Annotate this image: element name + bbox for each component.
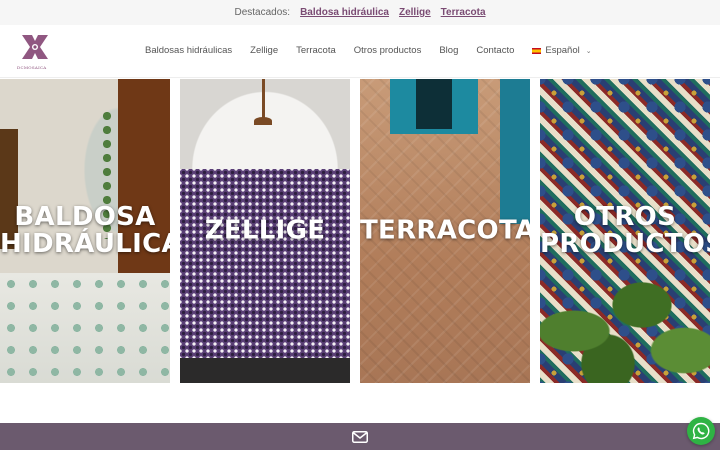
tile-baldosa-hidraulica[interactable]: BALDOSA HIDRÁULICA: [0, 79, 170, 383]
tile-title-line: OTROS: [573, 202, 677, 232]
tile-photo-detail: [500, 79, 530, 224]
tile-photo-detail: [262, 79, 265, 121]
tile-title: OTROS PRODUCTOS: [540, 204, 710, 258]
nav-item-baldosas[interactable]: Baldosas hidráulicas: [145, 45, 232, 56]
tile-title-line: HIDRÁULICA: [0, 229, 170, 259]
tile-title-line: ZELLIGE: [204, 215, 326, 246]
tile-photo-detail: [118, 79, 170, 299]
featured-link-zellige[interactable]: Zellige: [399, 7, 431, 18]
tile-title-line: BALDOSA: [14, 202, 156, 232]
featured-label: Destacados:: [234, 7, 291, 18]
tile-photo-detail: [0, 273, 170, 383]
spain-flag-icon: [532, 47, 542, 54]
featured-link-terracota[interactable]: Terracota: [441, 7, 486, 18]
tile-photo-detail: [540, 253, 710, 383]
tile-title: ZELLIGE: [180, 215, 350, 246]
tile-zellige[interactable]: ZELLIGE: [180, 79, 350, 383]
featured-bar: Destacados: Baldosa hidráulica Zellige T…: [0, 0, 720, 25]
nav-item-zellige[interactable]: Zellige: [250, 45, 278, 56]
tile-title: TERRACOTA: [360, 215, 530, 246]
logo-text: DCMOSAICA: [17, 65, 47, 70]
nav-item-blog[interactable]: Blog: [439, 45, 458, 56]
chevron-down-icon: ⌄: [585, 47, 592, 55]
category-grid: BALDOSA HIDRÁULICA ZELLIGE TERRACOTA OTR…: [0, 79, 720, 383]
tile-title-line: TERRACOTA: [360, 215, 530, 246]
nav-item-otros[interactable]: Otros productos: [354, 45, 422, 56]
footer-bar: [0, 423, 720, 450]
nav-item-contacto[interactable]: Contacto: [476, 45, 514, 56]
tile-otros-productos[interactable]: OTROS PRODUCTOS: [540, 79, 710, 383]
tile-photo-detail: [416, 79, 452, 129]
language-selector[interactable]: Español ⌄: [532, 45, 592, 56]
featured-link-baldosa[interactable]: Baldosa hidráulica: [300, 7, 389, 18]
whatsapp-button[interactable]: [687, 417, 715, 445]
whatsapp-icon: [692, 422, 710, 440]
nav-item-terracota[interactable]: Terracota: [296, 45, 336, 56]
tile-photo-detail: [180, 358, 350, 383]
language-label: Español: [545, 45, 580, 56]
main-menu: Baldosas hidráulicas Zellige Terracota O…: [145, 45, 592, 56]
tile-terracota[interactable]: TERRACOTA: [360, 79, 530, 383]
tile-title-line: PRODUCTOS: [540, 229, 710, 259]
tile-photo-detail: [180, 169, 350, 358]
tile-title: BALDOSA HIDRÁULICA: [0, 204, 170, 258]
shower-head-icon: [254, 117, 272, 125]
mail-icon[interactable]: [352, 430, 368, 443]
main-navbar: DCMOSAICA Baldosas hidráulicas Zellige T…: [0, 26, 720, 78]
